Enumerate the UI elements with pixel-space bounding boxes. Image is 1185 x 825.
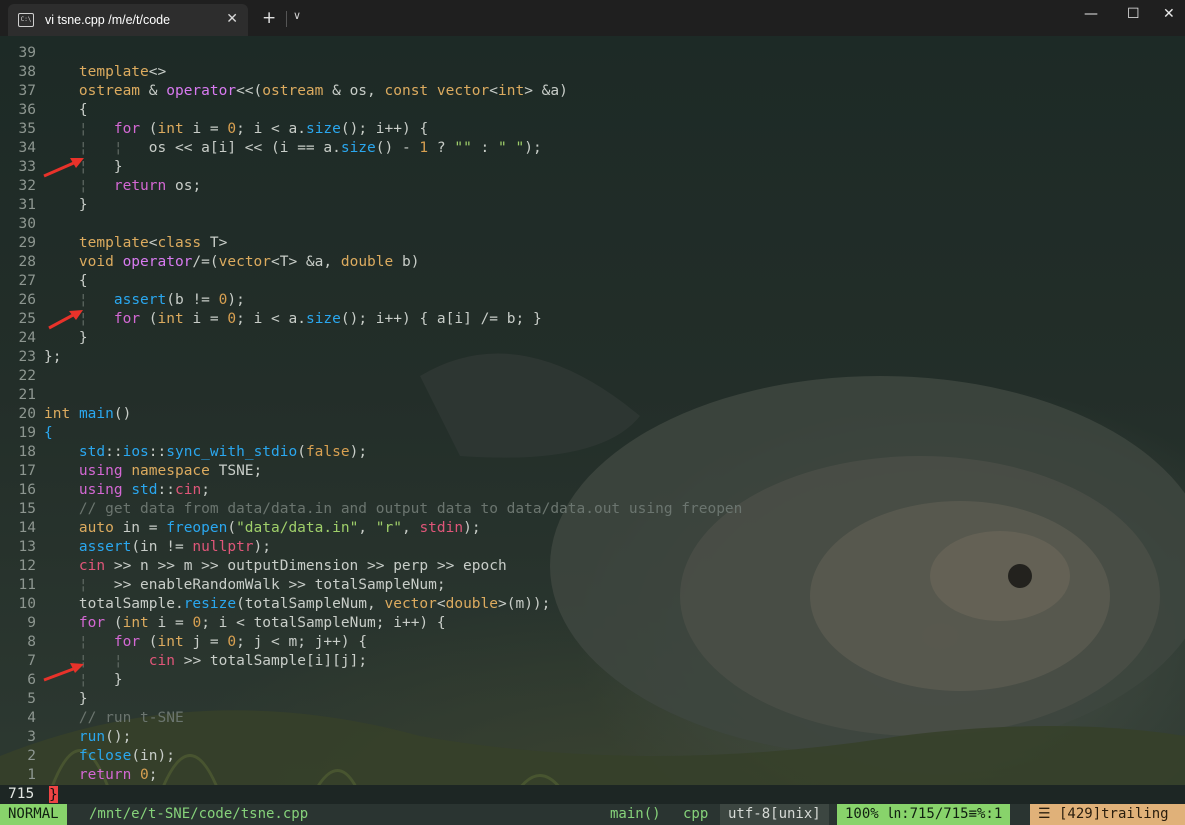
code-line: 28 void operator/=(vector<T> &a, double … (18, 254, 420, 270)
file-path: /mnt/e/t-SNE/code/tsne.cpp (89, 806, 309, 822)
code-line: 30 (18, 216, 36, 232)
code-line: 13 assert(in != nullptr); (18, 539, 271, 555)
code-line: 18 std::ios::sync_with_stdio(false); (18, 444, 368, 460)
code-line: 24 } (18, 330, 88, 346)
code-line: 26 ¦ assert(b != 0); (18, 292, 245, 308)
code-line: 23}; (18, 349, 62, 365)
minimize-button[interactable]: — (1084, 6, 1098, 22)
code-line: 29 template<class T> (18, 235, 228, 251)
annotation-arrow-icon (48, 310, 83, 330)
code-line: 35 ¦ for (int i = 0; i < a.size(); i++) … (18, 121, 429, 137)
cursor-position: 100% ㏑:715/715≡%:1 (837, 804, 1011, 825)
code-line: 38 template<> (18, 64, 167, 80)
close-tab-icon[interactable]: ✕ (226, 11, 238, 27)
code-line: 39 (18, 45, 36, 61)
code-line: 5 } (27, 691, 88, 707)
code-line: 10 totalSample.resize(totalSampleNum, ve… (18, 596, 551, 612)
trailing-warning: ☰ [429]trailing (1030, 804, 1185, 825)
code-line: 25 ¦ for (int i = 0; i < a.size(); i++) … (18, 311, 542, 327)
encoding: utf-8[unix] (720, 804, 829, 825)
code-line: 15 // get data from data/data.in and out… (18, 501, 743, 517)
tab-divider (286, 11, 287, 27)
code-line: 1 return 0; (27, 767, 158, 783)
code-line: 7 ¦ ¦ cin >> totalSample[i][j]; (27, 653, 368, 669)
command-line[interactable]: 715 } (0, 785, 1185, 804)
code-line: 11 ¦ >> enableRandomWalk >> totalSampleN… (18, 577, 446, 593)
code-line: 17 using namespace TSNE; (18, 463, 263, 479)
code-line: 2 fclose(in); (27, 748, 175, 764)
code-line: 12 cin >> n >> m >> outputDimension >> p… (18, 558, 507, 574)
tab-title: vi tsne.cpp /m/e/t/code (45, 13, 171, 27)
cmdline-line-number: 715 (8, 786, 35, 802)
code-line: 8 ¦ for (int j = 0; j < m; j++) { (27, 634, 368, 650)
mode-indicator: NORMAL (0, 804, 67, 825)
code-line: 31 } (18, 197, 88, 213)
chevron-down-icon[interactable]: ∨ (293, 9, 301, 22)
title-bar: C:\ vi tsne.cpp /m/e/t/code ✕ + ∨ — ☐ ✕ (0, 0, 1185, 36)
code-line: 19{ (18, 425, 53, 441)
code-line: 3 run(); (27, 729, 132, 745)
maximize-button[interactable]: ☐ (1127, 6, 1140, 22)
code-line: 37 ostream & operator<<(ostream & os, co… (18, 83, 568, 99)
code-line: 33 ¦ } (18, 159, 123, 175)
code-line: 14 auto in = freopen("data/data.in", "r"… (18, 520, 481, 536)
filetype: cpp (683, 806, 709, 822)
annotation-arrow-icon (43, 158, 84, 178)
code-line: 4 // run t-SNE (27, 710, 184, 726)
code-line: 20 int main() (18, 406, 132, 422)
status-line: NORMAL /mnt/e/t-SNE/code/tsne.cpp main()… (0, 804, 1185, 825)
code-line: 9 for (int i = 0; i < totalSampleNum; i+… (27, 615, 446, 631)
code-line: 34 ¦ ¦ os << a[i] << (i == a.size() - 1 … (18, 140, 542, 156)
code-line: 22 (18, 368, 36, 384)
annotation-arrow-icon (43, 663, 84, 682)
new-tab-button[interactable]: + (262, 8, 276, 28)
terminal-tab[interactable]: C:\ vi tsne.cpp /m/e/t/code ✕ (8, 4, 248, 36)
code-line: 6 ¦ } (27, 672, 123, 688)
code-line: 36 { (18, 102, 88, 118)
code-line: 27 { (18, 273, 88, 289)
current-function: main() (610, 806, 661, 822)
close-window-button[interactable]: ✕ (1163, 6, 1175, 22)
terminal-icon: C:\ (18, 13, 34, 27)
code-line: 21 (18, 387, 36, 403)
code-line: 16 using std::cin; (18, 482, 210, 498)
cursor: } (48, 785, 58, 803)
code-line: 32 ¦ return os; (18, 178, 202, 194)
